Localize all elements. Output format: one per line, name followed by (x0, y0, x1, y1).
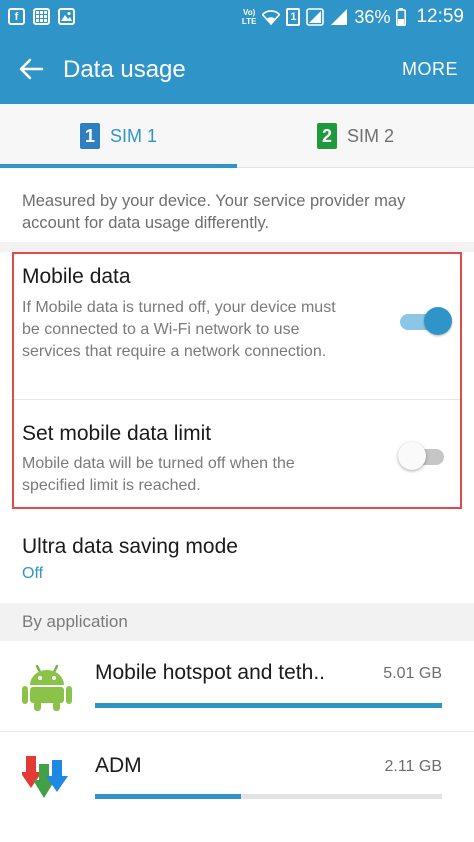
ultra-data-saving-status: Off (22, 565, 44, 582)
mobile-data-title: Mobile data (22, 265, 131, 288)
tab-sim-1-label: SIM 1 (109, 125, 157, 146)
adm-download-icon (22, 756, 68, 798)
app-data-size: 5.01 GB (383, 665, 442, 682)
clock: 12:59 (416, 6, 464, 27)
mobile-data-description: If Mobile data is turned off, your devic… (22, 299, 336, 360)
tab-sim-1[interactable]: 1 SIM 1 (0, 104, 237, 168)
ultra-data-saving-title: Ultra data saving mode (22, 535, 238, 558)
sim-2-badge: 2 (316, 123, 337, 149)
battery-icon (396, 8, 407, 26)
android-icon (22, 664, 72, 711)
data-limit-description: Mobile data will be turned off when the … (22, 455, 295, 494)
page-title: Data usage (63, 56, 186, 83)
app-usage-row[interactable]: Mobile hotspot and teth.. 5.01 GB (0, 641, 474, 731)
signal-icon (331, 9, 348, 25)
wifi-icon (262, 10, 281, 25)
app-name: ADM (95, 754, 142, 777)
app-usage-bar-fill (95, 703, 442, 708)
back-arrow-icon[interactable] (18, 56, 44, 82)
battery-percent: 36% (354, 6, 391, 27)
sim-1-badge: 1 (79, 123, 100, 149)
measurement-notice: Measured by your device. Your service pr… (22, 192, 406, 232)
by-application-label: By application (22, 612, 128, 631)
tab-sim-2[interactable]: 2 SIM 2 (237, 104, 474, 168)
data-limit-title: Set mobile data limit (22, 422, 212, 445)
app-data-size: 2.11 GB (384, 758, 442, 775)
gallery-notification-icon (58, 8, 75, 25)
app-usage-bar (95, 794, 442, 799)
data-limit-toggle[interactable] (398, 441, 450, 471)
status-bar: f Vo) LTE 1 36% 12:59 (0, 0, 474, 34)
selected-tab-indicator (0, 164, 237, 168)
app-usage-row[interactable]: ADM 2.11 GB (0, 732, 474, 842)
app-name: Mobile hotspot and teth.. (95, 661, 325, 684)
app-usage-bar (95, 703, 442, 708)
row-divider (14, 399, 460, 400)
volte-icon: Vo) LTE (241, 8, 257, 26)
tab-sim-2-label: SIM 2 (346, 125, 394, 146)
sim-indicator-icon: 1 (286, 8, 301, 26)
sim-tabs: 1 SIM 1 2 SIM 2 (0, 104, 474, 168)
facebook-notification-icon: f (8, 8, 25, 25)
section-divider (0, 242, 474, 252)
data-activity-icon (306, 8, 325, 26)
app-usage-bar-fill (95, 794, 241, 799)
app-bar: Data usage MORE (0, 34, 474, 104)
more-button[interactable]: MORE (402, 59, 458, 80)
by-application-header: By application (0, 603, 474, 641)
mobile-data-toggle[interactable] (400, 306, 452, 336)
app-grid-notification-icon (33, 8, 50, 25)
